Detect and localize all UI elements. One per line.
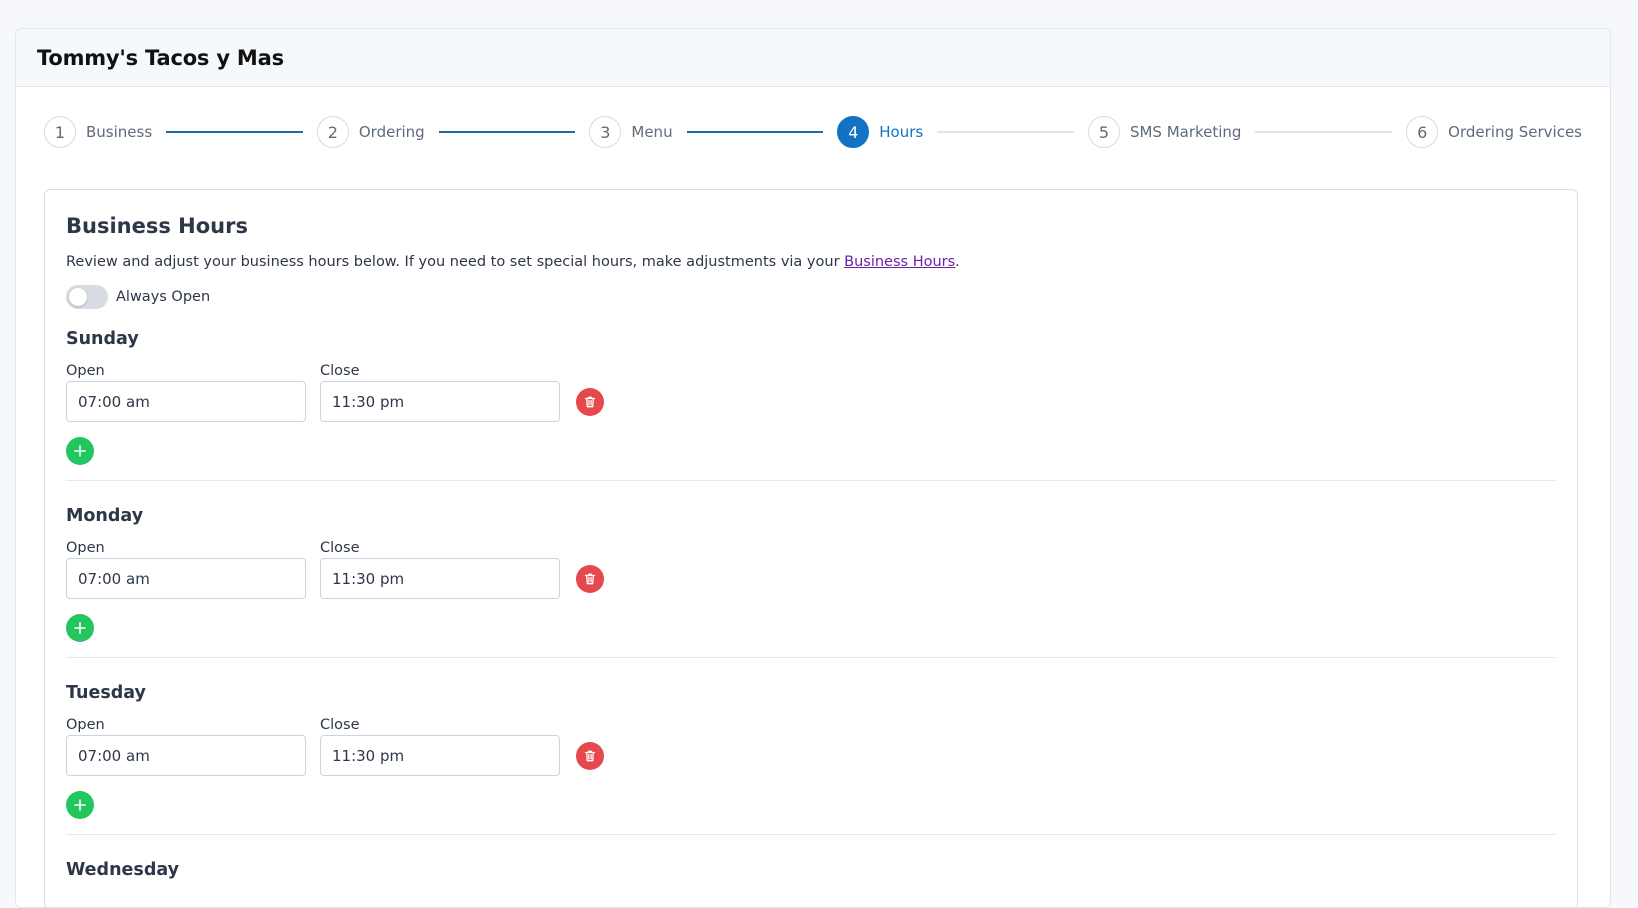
open-time-input[interactable]: [66, 381, 306, 422]
close-time-input[interactable]: [320, 735, 560, 776]
day-tuesday: Tuesday Open Close: [66, 683, 1556, 835]
step-connector: [686, 131, 824, 133]
step-menu[interactable]: 3 Menu: [589, 116, 673, 148]
step-connector: [166, 131, 303, 133]
step-sms-marketing[interactable]: 5 SMS Marketing: [1087, 116, 1242, 148]
add-hours-button[interactable]: [66, 614, 94, 642]
trash-icon: [584, 573, 596, 585]
card-title: Business Hours: [66, 214, 248, 238]
day-title: Monday: [66, 506, 144, 526]
open-label: Open: [66, 363, 105, 379]
hours-row: Open Close: [66, 540, 1556, 599]
close-field: Close: [320, 363, 560, 422]
delete-hours-button[interactable]: [576, 742, 604, 770]
description-end: .: [955, 254, 960, 270]
open-time-input[interactable]: [66, 735, 306, 776]
step-ordering-services[interactable]: 6 Ordering Services: [1406, 116, 1582, 148]
step-label: Ordering Services: [1448, 123, 1582, 141]
open-label: Open: [66, 717, 105, 733]
step-number: 5: [1087, 116, 1120, 148]
day-title: Wednesday: [66, 860, 180, 880]
day-divider: [66, 480, 1556, 481]
delete-hours-button[interactable]: [576, 388, 604, 416]
step-ordering[interactable]: 2 Ordering: [316, 116, 425, 148]
step-label: Menu: [631, 123, 673, 141]
open-field: Open: [66, 363, 306, 422]
hours-row: Open Close: [66, 717, 1556, 776]
step-business[interactable]: 1 Business: [44, 116, 152, 148]
delete-hours-button[interactable]: [576, 565, 604, 593]
setup-stepper: 1 Business 2 Ordering 3 Menu 4 Hours 5 S…: [44, 87, 1582, 177]
close-field: Close: [320, 717, 560, 776]
close-time-input[interactable]: [320, 381, 560, 422]
close-label: Close: [320, 363, 360, 379]
always-open-label: Always Open: [116, 289, 211, 305]
trash-icon: [584, 396, 596, 408]
always-open-row: Always Open: [66, 285, 1556, 309]
step-number: 3: [589, 116, 622, 148]
close-time-input[interactable]: [320, 558, 560, 599]
open-label: Open: [66, 540, 105, 556]
setup-panel: Tommy's Tacos y Mas 1 Business 2 Orderin…: [15, 28, 1611, 908]
step-number: 2: [316, 116, 349, 148]
step-hours[interactable]: 4 Hours: [837, 116, 923, 148]
page-title: Tommy's Tacos y Mas: [37, 45, 284, 70]
close-field: Close: [320, 540, 560, 599]
step-connector: [1255, 131, 1393, 133]
close-label: Close: [320, 717, 360, 733]
trash-icon: [584, 750, 596, 762]
description-text: Review and adjust your business hours be…: [66, 254, 845, 270]
card-description: Review and adjust your business hours be…: [66, 254, 1556, 270]
day-divider: [66, 834, 1556, 835]
close-label: Close: [320, 540, 360, 556]
day-wednesday: Wednesday: [66, 860, 1556, 880]
hours-row: Open Close: [66, 363, 1556, 422]
add-hours-button[interactable]: [66, 437, 94, 465]
step-label: Ordering: [358, 123, 425, 141]
day-title: Tuesday: [66, 683, 146, 703]
step-connector: [438, 131, 576, 133]
day-title: Sunday: [66, 329, 139, 349]
business-hours-link[interactable]: Business Hours: [844, 254, 955, 270]
day-sunday: Sunday Open Close: [66, 329, 1556, 481]
step-label: SMS Marketing: [1129, 123, 1242, 141]
plus-icon: [74, 445, 86, 457]
day-monday: Monday Open Close: [66, 506, 1556, 658]
open-field: Open: [66, 540, 306, 599]
step-connector: [937, 131, 1074, 133]
business-hours-card: Business Hours Review and adjust your bu…: [44, 189, 1578, 907]
step-number: 6: [1406, 116, 1439, 148]
day-divider: [66, 657, 1556, 658]
step-label: Business: [86, 123, 153, 141]
step-number: 4: [837, 116, 870, 148]
always-open-toggle[interactable]: [66, 285, 108, 309]
page-header: Tommy's Tacos y Mas: [16, 29, 1610, 87]
open-time-input[interactable]: [66, 558, 306, 599]
step-number: 1: [44, 116, 76, 148]
add-hours-button[interactable]: [66, 791, 94, 819]
step-label: Hours: [879, 123, 924, 141]
plus-icon: [74, 799, 86, 811]
open-field: Open: [66, 717, 306, 776]
plus-icon: [74, 622, 86, 634]
